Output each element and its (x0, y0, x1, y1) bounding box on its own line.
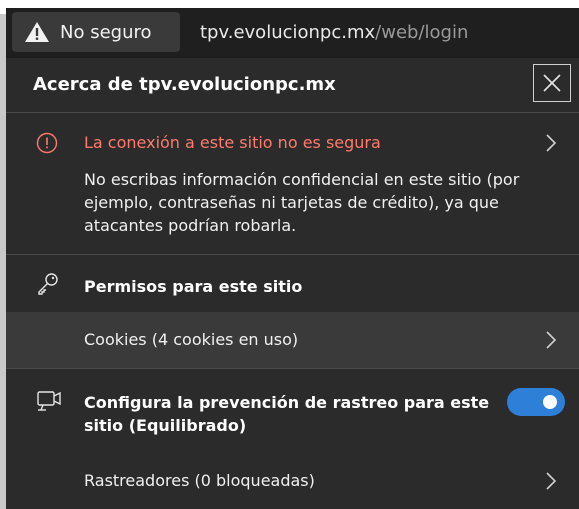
toggle-knob (543, 395, 557, 409)
warning-triangle-icon (25, 22, 49, 42)
connection-warning-title: La conexión a este sitio no es segura (84, 133, 381, 152)
site-info-panel: Acerca de tpv.evolucionpc.mx La conexión… (6, 58, 579, 509)
permissions-title: Permisos para este sitio (84, 277, 303, 296)
cookies-label: Cookies (4 cookies en uso) (84, 330, 299, 349)
chevron-right-icon (546, 472, 557, 490)
chevron-right-icon (546, 331, 557, 349)
url-path: /web/login (375, 22, 469, 43)
tracking-prevention-toggle[interactable] (507, 388, 565, 416)
close-button[interactable] (533, 64, 571, 102)
tracking-prevention-title: Configura la prevención de rastreo para … (84, 393, 490, 435)
url-host: tpv.evolucionpc.mx (200, 22, 376, 43)
connection-warning-row[interactable]: La conexión a este sitio no es segura (6, 114, 579, 174)
tracking-prevention-row: Configura la prevención de rastreo para … (6, 368, 579, 456)
info-icon (36, 132, 58, 154)
close-icon (543, 74, 561, 92)
panel-header: Acerca de tpv.evolucionpc.mx (6, 58, 579, 112)
divider (6, 112, 579, 113)
cookies-row[interactable]: Cookies (4 cookies en uso) (6, 312, 579, 368)
chevron-right-icon (546, 134, 557, 152)
security-status-label: No seguro (60, 21, 152, 43)
browser-frame: No seguro tpv.evolucionpc.mx/web/login A… (0, 0, 579, 509)
connection-warning-description: No escribas información confidencial en … (84, 170, 520, 235)
tracking-camera-icon (37, 391, 61, 411)
trackers-label: Rastreadores (0 bloqueadas) (84, 471, 315, 490)
divider (6, 254, 579, 255)
address-bar: No seguro tpv.evolucionpc.mx/web/login (6, 8, 579, 58)
security-status-button[interactable]: No seguro (12, 12, 180, 52)
key-icon (38, 273, 58, 295)
trackers-row[interactable]: Rastreadores (0 bloqueadas) (6, 456, 579, 509)
permissions-header: Permisos para este sitio (6, 256, 579, 312)
url-field[interactable]: tpv.evolucionpc.mx/web/login (200, 22, 468, 43)
panel-title: Acerca de tpv.evolucionpc.mx (33, 74, 336, 95)
